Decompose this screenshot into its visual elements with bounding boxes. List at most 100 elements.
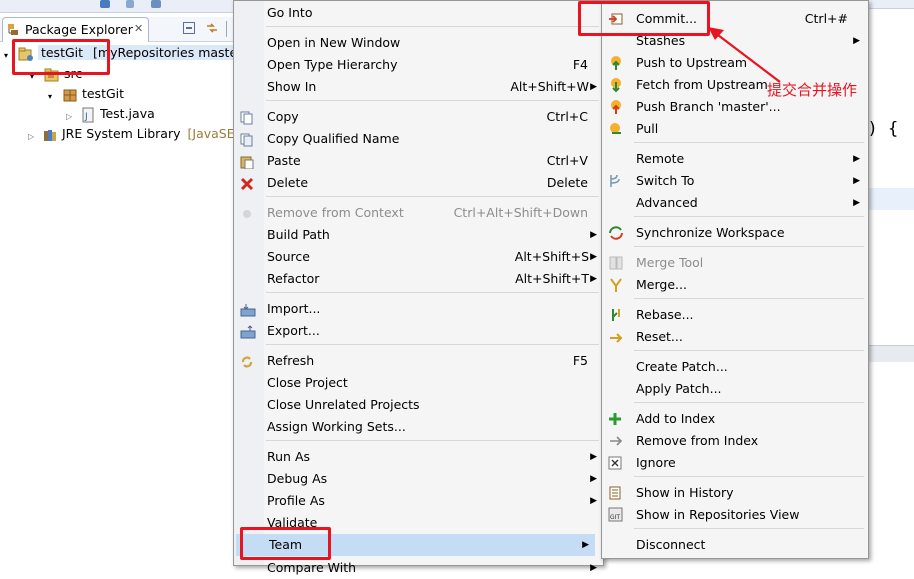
submenu-arrow-icon: ▶ bbox=[582, 540, 589, 550]
menu-item-label: Advanced bbox=[636, 195, 698, 210]
menu-item-label: Compare With bbox=[267, 560, 357, 575]
java-file-icon: J bbox=[80, 107, 96, 123]
collapse-arrow-icon[interactable]: ▾ bbox=[48, 87, 58, 103]
toolbar-icon[interactable] bbox=[100, 0, 110, 8]
team-item-advanced[interactable]: Advanced ▶ bbox=[602, 192, 868, 214]
menu-item-label: Remove from Index bbox=[636, 433, 759, 448]
svg-text:J: J bbox=[84, 112, 88, 122]
menu-item-show-in[interactable]: Show In Alt+Shift+W ▶ bbox=[234, 76, 603, 98]
menu-item-assign-working-sets[interactable]: Assign Working Sets... bbox=[234, 416, 603, 438]
menu-item-run-as[interactable]: Run As ▶ bbox=[234, 446, 603, 468]
team-item-rebase[interactable]: Rebase... bbox=[602, 304, 868, 326]
menu-item-label: Synchronize Workspace bbox=[636, 225, 785, 240]
team-item-disconnect[interactable]: Disconnect bbox=[602, 534, 868, 556]
menu-item-paste[interactable]: Paste Ctrl+V bbox=[234, 150, 603, 172]
menu-item-label: Source bbox=[267, 249, 310, 264]
menu-item-compare-with[interactable]: Compare With ▶ bbox=[234, 557, 603, 579]
menu-item-import[interactable]: Import... bbox=[234, 298, 603, 320]
annotation-label: 提交合并操作 bbox=[767, 81, 858, 99]
team-item-add-to-index[interactable]: Add to Index bbox=[602, 408, 868, 430]
expand-arrow-icon[interactable]: ▷ bbox=[28, 127, 38, 143]
link-with-editor-icon[interactable] bbox=[205, 21, 219, 35]
menu-item-copy[interactable]: Copy Ctrl+C bbox=[234, 106, 603, 128]
menu-item-build-path[interactable]: Build Path ▶ bbox=[234, 224, 603, 246]
menu-item-label: Ignore bbox=[636, 455, 676, 470]
menu-item-label: Remove from Context bbox=[267, 205, 404, 220]
team-item-ignore[interactable]: Ignore bbox=[602, 452, 868, 474]
close-icon[interactable]: ✕ bbox=[134, 22, 143, 35]
menu-item-refactor[interactable]: Refactor Alt+Shift+T ▶ bbox=[234, 268, 603, 290]
package-explorer-icon bbox=[7, 23, 19, 36]
tree-item-package[interactable]: ▾ testGit bbox=[48, 84, 124, 104]
menu-item-shortcut: Ctrl+C bbox=[546, 109, 588, 124]
menu-item-label: Rebase... bbox=[636, 307, 694, 322]
menu-separator bbox=[266, 344, 599, 345]
submenu-arrow-icon: ▶ bbox=[590, 474, 597, 484]
menu-item-label: Apply Patch... bbox=[636, 381, 722, 396]
menu-item-label: Open Type Hierarchy bbox=[267, 57, 398, 72]
team-item-switch-to[interactable]: Switch To ▶ bbox=[602, 170, 868, 192]
menu-item-delete[interactable]: Delete Delete bbox=[234, 172, 603, 194]
menu-item-label: Build Path bbox=[267, 227, 330, 242]
menu-separator bbox=[634, 216, 864, 217]
menu-item-close-project[interactable]: Close Project bbox=[234, 372, 603, 394]
menu-item-open-type-hierarchy[interactable]: Open Type Hierarchy F4 bbox=[234, 54, 603, 76]
expand-arrow-icon[interactable]: ▷ bbox=[66, 107, 76, 123]
submenu-arrow-icon: ▶ bbox=[590, 274, 597, 284]
menu-item-go-into[interactable]: Go Into bbox=[234, 2, 603, 24]
menu-separator bbox=[266, 100, 599, 101]
menu-item-source[interactable]: Source Alt+Shift+S ▶ bbox=[234, 246, 603, 268]
menu-item-label: Push Branch 'master'... bbox=[636, 99, 781, 114]
menu-item-open-in-new-window[interactable]: Open in New Window bbox=[234, 32, 603, 54]
pull-icon bbox=[608, 121, 624, 144]
menu-separator bbox=[634, 476, 864, 477]
team-item-show-in-history[interactable]: Show in History bbox=[602, 482, 868, 504]
menu-item-shortcut: F4 bbox=[572, 57, 588, 72]
menu-separator bbox=[266, 440, 599, 441]
menu-item-label: Debug As bbox=[267, 471, 328, 486]
highlight-box-project bbox=[12, 39, 110, 75]
menu-item-shortcut: Ctrl+# bbox=[804, 11, 848, 26]
team-item-apply-patch[interactable]: Apply Patch... bbox=[602, 378, 868, 400]
menu-item-close-unrelated-projects[interactable]: Close Unrelated Projects bbox=[234, 394, 603, 416]
menu-item-label: Merge... bbox=[636, 277, 687, 292]
menu-item-label: Run As bbox=[267, 449, 311, 464]
toolbar-icon[interactable] bbox=[151, 0, 161, 8]
library-icon bbox=[42, 127, 58, 143]
menu-item-label: Show in History bbox=[636, 485, 734, 500]
team-item-remove-from-index[interactable]: Remove from Index bbox=[602, 430, 868, 452]
submenu-arrow-icon: ▶ bbox=[853, 198, 860, 208]
repositories-icon: GIT bbox=[608, 507, 624, 530]
menu-item-refresh[interactable]: Refresh F5 bbox=[234, 350, 603, 372]
team-item-show-in-repositories-view[interactable]: GIT Show in Repositories View bbox=[602, 504, 868, 526]
tree-item-jre[interactable]: ▷ JRE System Library [JavaSE-1 bbox=[28, 124, 247, 144]
menu-item-export[interactable]: Export... bbox=[234, 320, 603, 342]
submenu-arrow-icon: ▶ bbox=[853, 36, 860, 46]
menu-item-profile-as[interactable]: Profile As ▶ bbox=[234, 490, 603, 512]
tree-item-java-file[interactable]: ▷ J Test.java bbox=[66, 104, 155, 124]
submenu-arrow-icon: ▶ bbox=[590, 82, 597, 92]
toolbar-icon[interactable] bbox=[126, 0, 134, 8]
team-item-synchronize-workspace[interactable]: Synchronize Workspace bbox=[602, 222, 868, 244]
highlight-box-commit bbox=[578, 1, 710, 36]
team-item-create-patch[interactable]: Create Patch... bbox=[602, 356, 868, 378]
menu-item-label: Show In bbox=[267, 79, 317, 94]
team-item-remote[interactable]: Remote ▶ bbox=[602, 148, 868, 170]
submenu-arrow-icon: ▶ bbox=[590, 252, 597, 262]
menu-item-shortcut: Alt+Shift+W bbox=[510, 79, 589, 94]
menu-item-copy-qualified-name[interactable]: Copy Qualified Name bbox=[234, 128, 603, 150]
menu-item-remove-from-context: Remove from Context Ctrl+Alt+Shift+Down bbox=[234, 202, 603, 224]
minimize-icon[interactable] bbox=[183, 22, 195, 34]
menu-item-label: Remote bbox=[636, 151, 685, 166]
team-item-reset[interactable]: Reset... bbox=[602, 326, 868, 348]
menu-item-shortcut: Delete bbox=[546, 175, 588, 190]
menu-item-label: Add to Index bbox=[636, 411, 716, 426]
team-item-merge[interactable]: Merge... bbox=[602, 274, 868, 296]
menu-item-label: Refresh bbox=[267, 353, 315, 368]
svg-text:GIT: GIT bbox=[610, 514, 620, 521]
submenu-arrow-icon: ▶ bbox=[853, 154, 860, 164]
menu-item-label: Close Project bbox=[267, 375, 348, 390]
team-item-pull[interactable]: Pull bbox=[602, 118, 868, 140]
menu-item-debug-as[interactable]: Debug As ▶ bbox=[234, 468, 603, 490]
menu-separator bbox=[634, 528, 864, 529]
